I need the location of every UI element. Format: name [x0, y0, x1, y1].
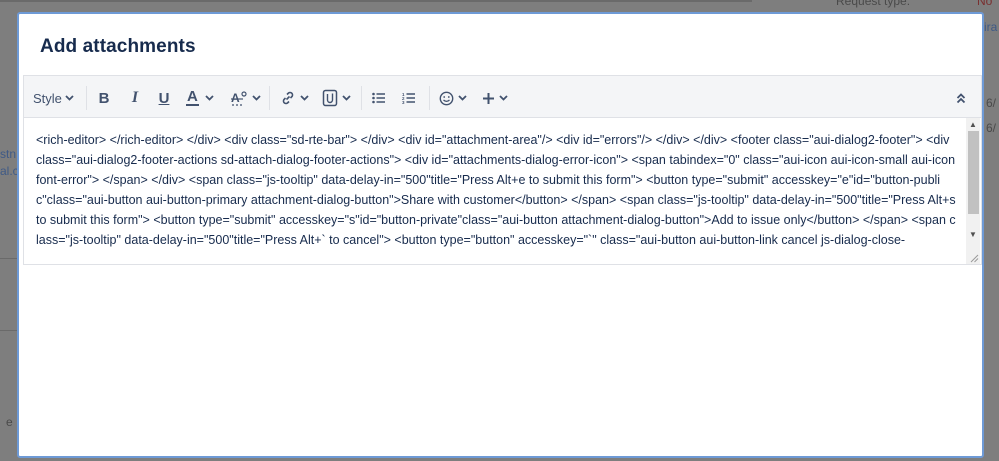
attachment-button[interactable] [322, 87, 351, 109]
emoji-icon [439, 91, 454, 105]
request-type-label: Request type: [836, 0, 911, 8]
background-divider [0, 330, 18, 331]
style-label: Style [33, 90, 62, 106]
rich-text-editor: Style B I U A A 1 2 3 <rich-editor> </ri… [23, 75, 982, 265]
text-effects-button[interactable]: A [230, 87, 261, 109]
chevron-down-icon [458, 95, 467, 101]
background-divider [0, 0, 752, 2]
editor-toolbar: Style B I U A A 1 2 3 [24, 76, 981, 118]
numbered-list-button[interactable]: 1 2 3 [402, 87, 416, 109]
background-fragment: 6/ [986, 96, 997, 110]
chevron-down-icon [499, 95, 508, 101]
chevron-down-icon [205, 95, 214, 101]
style-dropdown[interactable]: Style [33, 87, 74, 109]
background-fragment: stn [0, 147, 17, 161]
underline-label: U [158, 89, 170, 107]
chevron-down-icon [300, 95, 309, 101]
background-fragment: ira [984, 20, 998, 34]
svg-text:A: A [231, 91, 240, 105]
editor-content[interactable]: <rich-editor> </rich-editor> </div> <div… [24, 118, 968, 264]
toolbar-separator [86, 86, 87, 110]
numbered-list-icon: 1 2 3 [402, 92, 415, 104]
double-chevron-up-icon [956, 92, 966, 103]
scroll-thumb[interactable] [968, 131, 979, 214]
chevron-down-icon [252, 95, 261, 101]
link-button[interactable] [280, 87, 309, 109]
svg-text:3: 3 [402, 100, 405, 104]
chevron-down-icon [65, 95, 74, 101]
request-type-value: No [977, 0, 993, 8]
scroll-down-arrow-icon[interactable]: ▼ [966, 230, 980, 240]
background-divider [0, 258, 18, 259]
attachment-icon [322, 89, 338, 107]
link-icon [282, 91, 294, 105]
background-fragment: 6/ [986, 121, 997, 135]
dialog-title: Add attachments [40, 36, 196, 57]
plus-icon [483, 92, 494, 104]
background-fragment: al.c [0, 164, 19, 178]
bullet-list-button[interactable] [372, 87, 386, 109]
background-fragment: e [6, 415, 13, 429]
italic-label: I [131, 89, 139, 106]
bullet-list-icon [372, 92, 385, 104]
collapse-toolbar-button[interactable] [956, 87, 966, 109]
bold-button[interactable]: B [96, 87, 112, 109]
editor-scrollbar[interactable]: ▲ ▼ [966, 118, 980, 264]
underline-button[interactable]: U [156, 87, 172, 109]
italic-button[interactable]: I [127, 87, 143, 109]
text-color-label: A [186, 88, 199, 106]
toolbar-separator [361, 86, 362, 110]
add-attachments-dialog: Add attachments Style B I U A A 1 2 3 <r… [17, 12, 984, 458]
toolbar-separator [429, 86, 430, 110]
editor-text: <rich-editor> </rich-editor> </div> <div… [36, 133, 956, 247]
text-effects-icon: A [231, 91, 247, 106]
resize-grip-icon[interactable] [969, 253, 979, 263]
chevron-down-icon [342, 95, 351, 101]
scroll-up-arrow-icon[interactable]: ▲ [966, 120, 980, 130]
text-color-button[interactable]: A [186, 87, 214, 109]
toolbar-separator [269, 86, 270, 110]
bold-label: B [98, 89, 110, 107]
emoji-button[interactable] [439, 87, 467, 109]
insert-button[interactable] [482, 87, 508, 109]
